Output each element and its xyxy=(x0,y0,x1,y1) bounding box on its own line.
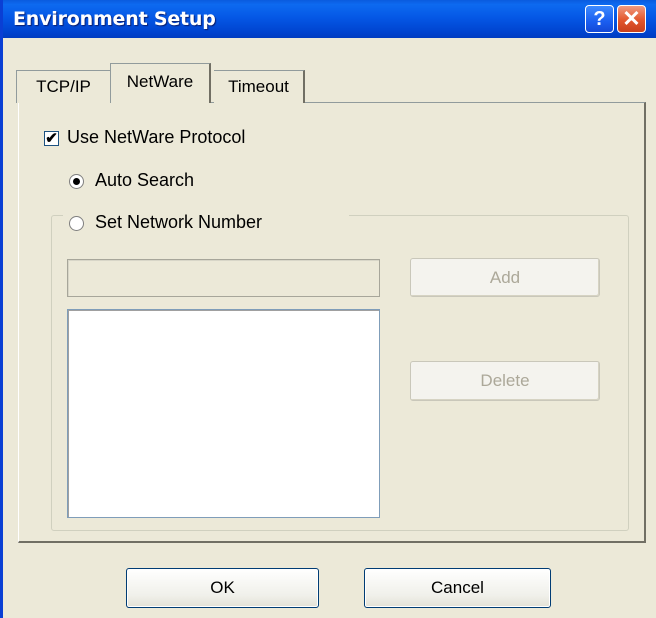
radio-selected-dot xyxy=(73,178,80,185)
cancel-button[interactable]: Cancel xyxy=(364,568,551,608)
ok-button[interactable]: OK xyxy=(126,568,319,608)
network-number-input[interactable] xyxy=(67,259,380,297)
use-netware-protocol-checkbox[interactable]: ✔ xyxy=(44,131,59,146)
title-bar[interactable]: Environment Setup ? ✕ xyxy=(3,0,656,38)
close-icon: ✕ xyxy=(622,6,641,31)
set-network-number-radio[interactable] xyxy=(69,216,84,231)
window-title: Environment Setup xyxy=(13,8,216,30)
tab-netware[interactable]: NetWare xyxy=(110,63,211,103)
use-netware-protocol-label[interactable]: Use NetWare Protocol xyxy=(67,127,245,148)
set-network-number-label[interactable]: Set Network Number xyxy=(95,212,262,233)
auto-search-radio[interactable] xyxy=(69,174,84,189)
tab-timeout[interactable]: Timeout xyxy=(214,70,305,103)
add-button[interactable]: Add xyxy=(410,258,600,297)
help-button[interactable]: ? xyxy=(585,5,614,33)
environment-setup-dialog: Environment Setup ? ✕ TCP/IP NetWare Tim… xyxy=(0,0,656,618)
network-number-list[interactable] xyxy=(67,309,380,518)
auto-search-label[interactable]: Auto Search xyxy=(95,170,194,191)
close-button[interactable]: ✕ xyxy=(617,5,646,33)
delete-button[interactable]: Delete xyxy=(410,361,600,401)
checkmark-icon: ✔ xyxy=(45,130,58,147)
tab-tcpip[interactable]: TCP/IP xyxy=(16,70,110,103)
help-icon: ? xyxy=(593,8,606,30)
